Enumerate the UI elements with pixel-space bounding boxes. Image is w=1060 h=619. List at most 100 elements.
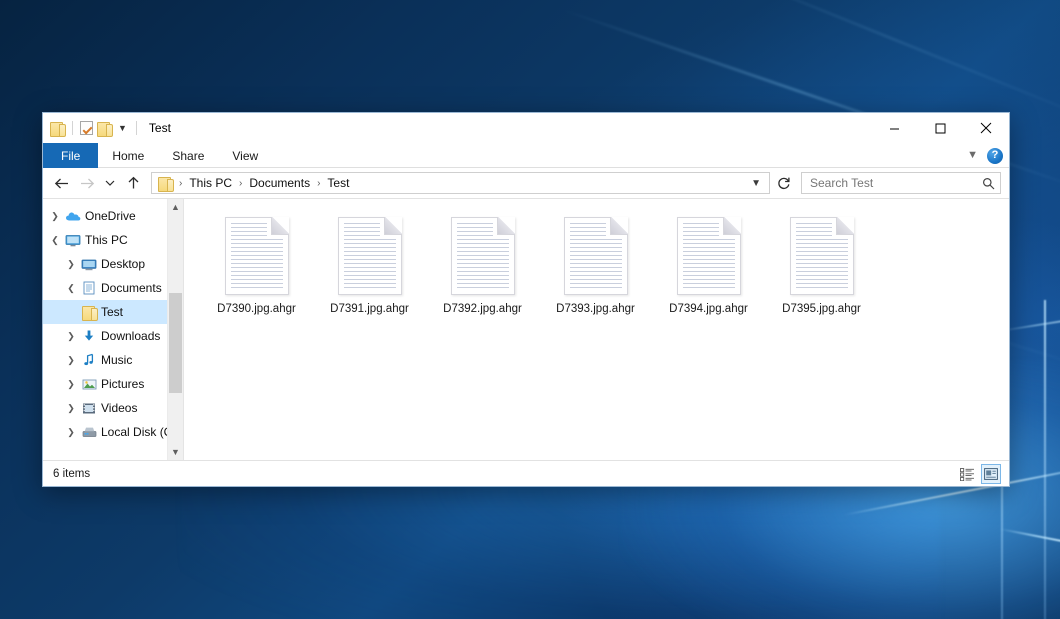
folder-icon[interactable] (50, 122, 65, 135)
file-list[interactable]: D7390.jpg.ahgr D7391.jpg.ahgr D7392.jpg.… (183, 199, 1009, 460)
chevron-right-icon[interactable]: ❯ (63, 403, 79, 414)
generic-file-icon (564, 217, 628, 295)
help-icon[interactable]: ? (987, 148, 1003, 164)
ribbon-controls: ▼ ? (967, 143, 1003, 168)
breadcrumb[interactable]: › This PC › Documents › Test ▼ (151, 172, 770, 194)
quick-access-toolbar: ▼ Test (43, 121, 171, 135)
address-bar: › This PC › Documents › Test ▼ Search Te… (43, 168, 1009, 198)
close-button[interactable] (963, 113, 1009, 143)
sidebar-item-downloads[interactable]: ❯ Downloads (43, 324, 183, 348)
cloud-icon (63, 210, 83, 222)
sidebar-item-music[interactable]: ❯ Music (43, 348, 183, 372)
file-item[interactable]: D7393.jpg.ahgr (539, 215, 652, 315)
tab-file[interactable]: File (43, 143, 98, 168)
sidebar-item-this-pc[interactable]: ❮ This PC (43, 228, 183, 252)
drive-icon (79, 426, 99, 438)
sidebar-item-label: This PC (83, 233, 128, 247)
properties-icon[interactable] (80, 121, 93, 135)
generic-file-icon (225, 217, 289, 295)
sidebar-item-pictures[interactable]: ❯ Pictures (43, 372, 183, 396)
chevron-right-icon[interactable]: ❯ (63, 355, 79, 366)
file-item[interactable]: D7392.jpg.ahgr (426, 215, 539, 315)
scroll-up-icon[interactable]: ▲ (168, 199, 184, 215)
pictures-icon (79, 378, 99, 391)
search-placeholder: Search Test (810, 176, 982, 190)
file-name: D7391.jpg.ahgr (330, 303, 409, 315)
scroll-down-icon[interactable]: ▼ (168, 444, 184, 460)
file-explorer-window: ▼ Test File Home Share View ▼ ? (42, 112, 1010, 487)
chevron-down-icon[interactable]: ❮ (47, 235, 63, 246)
item-count-label: 6 items (53, 468, 90, 480)
chevron-down-icon[interactable]: ▼ (967, 150, 978, 161)
tab-view[interactable]: View (218, 143, 272, 168)
sidebar-item-label: Desktop (99, 257, 145, 271)
sidebar-item-local-disk-c[interactable]: ❯ Local Disk (C:) (43, 420, 183, 444)
view-buttons (957, 461, 1001, 487)
file-item[interactable]: D7395.jpg.ahgr (765, 215, 878, 315)
large-icons-view-button[interactable] (981, 464, 1001, 484)
refresh-button[interactable] (773, 172, 795, 194)
file-item[interactable]: D7390.jpg.ahgr (200, 215, 313, 315)
chevron-right-icon[interactable]: ❯ (47, 211, 63, 222)
back-button[interactable] (49, 171, 73, 195)
breadcrumb-item-this-pc[interactable]: This PC (185, 176, 236, 190)
chevron-right-icon[interactable]: ❯ (63, 331, 79, 342)
breadcrumb-separator: › (316, 178, 321, 189)
search-input[interactable]: Search Test (801, 172, 1001, 194)
folder-icon (158, 177, 173, 190)
file-name: D7395.jpg.ahgr (782, 303, 861, 315)
sidebar-item-label: Test (99, 305, 123, 319)
monitor-icon (63, 234, 83, 247)
chevron-down-icon[interactable]: ▼ (745, 178, 767, 189)
sidebar-item-test[interactable]: Test (43, 300, 183, 324)
scrollbar-thumb[interactable] (169, 293, 182, 393)
sidebar-item-onedrive[interactable]: ❯ OneDrive (43, 204, 183, 228)
chevron-right-icon[interactable]: ❯ (63, 379, 79, 390)
file-item[interactable]: D7391.jpg.ahgr (313, 215, 426, 315)
generic-file-icon (451, 217, 515, 295)
wallpaper-logo-line (1044, 300, 1046, 619)
file-name: D7392.jpg.ahgr (443, 303, 522, 315)
document-icon (79, 281, 99, 295)
chevron-down-icon[interactable]: ❮ (63, 283, 79, 294)
sidebar-item-videos[interactable]: ❯ Videos (43, 396, 183, 420)
forward-button[interactable] (75, 171, 99, 195)
folder-icon (79, 306, 99, 319)
sidebar-scrollbar[interactable]: ▲ ▼ (167, 199, 183, 460)
breadcrumb-item-documents[interactable]: Documents (245, 176, 314, 190)
caption-buttons (871, 113, 1009, 143)
new-folder-icon[interactable] (97, 122, 112, 135)
sidebar-item-label: Downloads (99, 329, 160, 343)
details-view-button[interactable] (957, 464, 977, 484)
tab-share[interactable]: Share (158, 143, 218, 168)
generic-file-icon (677, 217, 741, 295)
generic-file-icon (338, 217, 402, 295)
sidebar-item-label: Pictures (99, 377, 144, 391)
search-icon[interactable] (982, 177, 995, 190)
recent-locations-button[interactable] (101, 171, 119, 195)
sidebar-item-desktop[interactable]: ❯ Desktop (43, 252, 183, 276)
window-title: Test (149, 121, 171, 135)
breadcrumb-separator: › (238, 178, 243, 189)
explorer-body: ❯ OneDrive ❮ This PC ❯ Desktop (43, 198, 1009, 460)
scrollbar-track[interactable] (168, 215, 184, 444)
tab-home[interactable]: Home (98, 143, 158, 168)
breadcrumb-item-test[interactable]: Test (323, 176, 353, 190)
customize-caret-icon[interactable]: ▼ (116, 124, 129, 133)
ribbon-tabs: File Home Share View ▼ ? (43, 143, 1009, 168)
maximize-button[interactable] (917, 113, 963, 143)
file-item[interactable]: D7394.jpg.ahgr (652, 215, 765, 315)
toolbar-divider (72, 121, 73, 135)
sidebar-item-label: Music (99, 353, 132, 367)
toolbar-divider (136, 121, 137, 135)
music-icon (79, 353, 99, 367)
sidebar-item-label: OneDrive (83, 209, 136, 223)
navigation-pane: ❯ OneDrive ❮ This PC ❯ Desktop (43, 199, 183, 460)
sidebar-item-label: Documents (99, 281, 162, 295)
chevron-right-icon[interactable]: ❯ (63, 259, 79, 270)
chevron-right-icon[interactable]: ❯ (63, 427, 79, 438)
minimize-button[interactable] (871, 113, 917, 143)
sidebar-item-documents[interactable]: ❮ Documents (43, 276, 183, 300)
up-button[interactable] (121, 171, 145, 195)
status-bar: 6 items (43, 460, 1009, 486)
